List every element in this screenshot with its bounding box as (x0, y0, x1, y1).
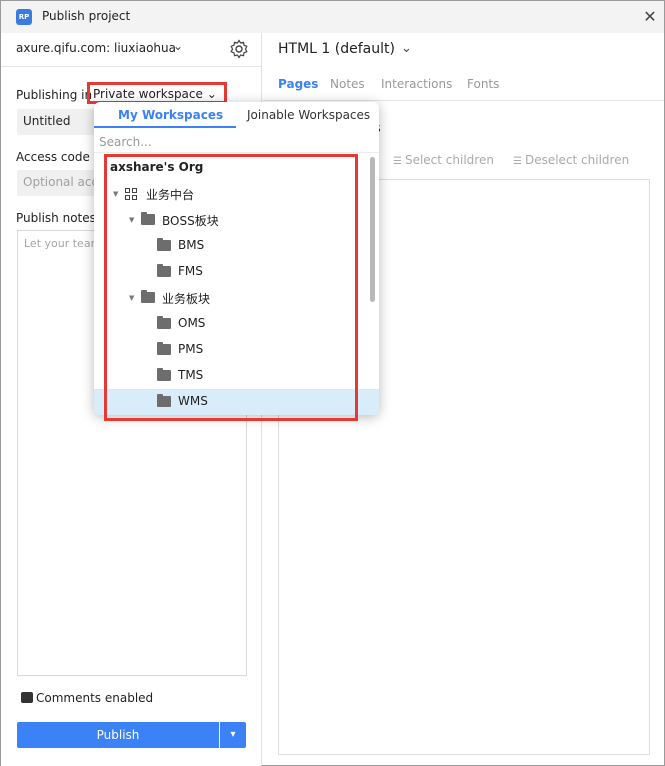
app-icon: RP (16, 9, 32, 25)
publish-button[interactable]: Publish (17, 722, 219, 748)
gear-icon[interactable] (228, 38, 250, 60)
workspace-search-input[interactable]: Search... (94, 129, 379, 153)
active-tab-indicator (94, 126, 236, 128)
deselect-children-button[interactable]: ☰ Deselect children (513, 153, 629, 167)
select-children-button[interactable]: ☰ Select children (393, 153, 494, 167)
highlight-box (87, 82, 227, 104)
chevron-down-icon[interactable]: ⌄ (401, 41, 412, 56)
publish-notes-label: Publish notes (16, 211, 96, 225)
deselect-children-label: Deselect children (524, 153, 630, 167)
tab-my-workspaces[interactable]: My Workspaces (118, 108, 223, 122)
access-code-label: Access code f (16, 150, 98, 164)
version-title[interactable]: HTML 1 (default) (278, 41, 395, 57)
account-label: axure.qifu.com: liuxiaohua (16, 41, 176, 55)
select-children-label: Select children (404, 153, 494, 167)
tab-fonts[interactable]: Fonts (467, 77, 499, 91)
comments-toggle[interactable]: Comments enabled (21, 691, 153, 705)
highlight-box (104, 154, 358, 421)
tab-interactions[interactable]: Interactions (381, 77, 452, 91)
comment-icon (21, 692, 33, 703)
title-bar: RP Publish project ✕ (1, 1, 664, 33)
popup-scrollbar[interactable] (370, 157, 375, 302)
tab-pages[interactable]: Pages (278, 77, 318, 91)
publish-options-button[interactable]: ▾ (220, 722, 246, 748)
account-selector[interactable]: axure.qifu.com: liuxiaohua ⌄ (1, 33, 261, 67)
chevron-down-icon: ⌄ (173, 39, 184, 53)
tab-bar: Pages Notes Interactions Fonts (263, 69, 664, 101)
close-button[interactable]: ✕ (638, 5, 662, 29)
publish-dialog: RP Publish project ✕ axure.qifu.com: liu… (0, 0, 665, 766)
window-title: Publish project (42, 9, 131, 23)
chevron-down-icon: ▾ (230, 729, 236, 740)
popup-tabs: My Workspaces Joinable Workspaces (94, 102, 379, 128)
tab-notes[interactable]: Notes (330, 77, 365, 91)
tab-joinable-workspaces[interactable]: Joinable Workspaces (247, 108, 370, 122)
list-icon: ☰ (393, 156, 402, 167)
publishing-in-label: Publishing in (16, 88, 93, 102)
comments-label: Comments enabled (36, 691, 154, 705)
list-icon: ☰ (513, 156, 522, 167)
